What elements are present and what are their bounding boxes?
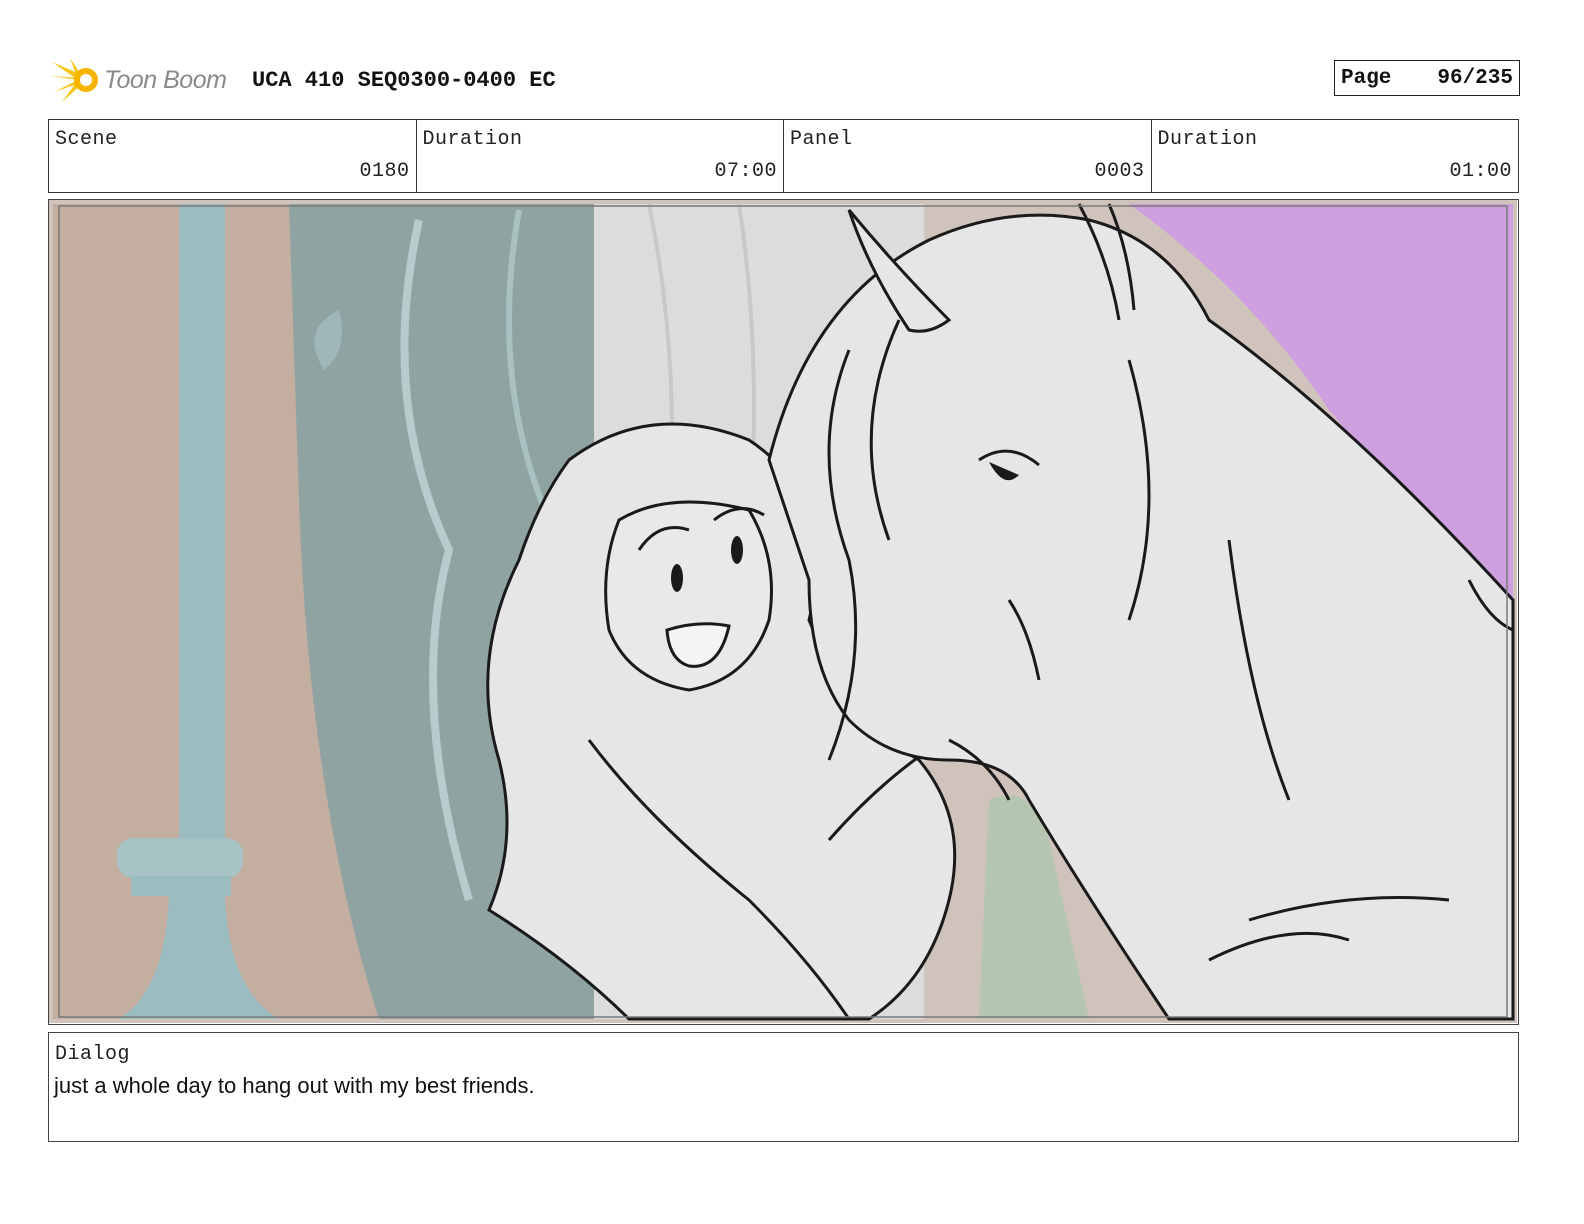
toon-boom-logo: Toon Boom xyxy=(50,56,240,104)
panel-cell: Panel 0003 xyxy=(784,120,1152,192)
scene-cell: Scene 0180 xyxy=(49,120,417,192)
page-label: Page xyxy=(1341,66,1392,90)
panel-duration-label: Duration xyxy=(1157,128,1258,151)
scene-value: 0180 xyxy=(359,160,410,183)
pillar xyxy=(179,204,225,844)
panel-label: Panel xyxy=(790,128,853,151)
storyboard-panel-image xyxy=(48,199,1519,1025)
scene-duration-label: Duration xyxy=(422,128,523,151)
scene-label: Scene xyxy=(55,128,118,151)
panel-duration-cell: Duration 01:00 xyxy=(1152,120,1519,192)
logo-text: Toon Boom xyxy=(104,66,227,94)
dialog-label: Dialog xyxy=(55,1043,131,1066)
page-value: 96/235 xyxy=(1437,66,1513,90)
panel-value: 0003 xyxy=(1094,160,1145,183)
panel-duration-value: 01:00 xyxy=(1449,160,1512,183)
page-indicator: Page 96/235 xyxy=(1334,60,1520,96)
header: Toon Boom UCA 410 SEQ0300-0400 EC Page 9… xyxy=(50,56,1520,104)
starburst-icon xyxy=(50,58,98,102)
dialog-text: just a whole day to hang out with my bes… xyxy=(54,1073,535,1098)
scene-duration-cell: Duration 07:00 xyxy=(417,120,784,192)
dialog-box: Dialog just a whole day to hang out with… xyxy=(48,1032,1519,1142)
panel-info-row: Scene 0180 Duration 07:00 Panel 0003 Dur… xyxy=(48,119,1519,193)
scene-duration-value: 07:00 xyxy=(714,160,777,183)
project-title: UCA 410 SEQ0300-0400 EC xyxy=(252,68,556,93)
panel-drawing xyxy=(49,200,1517,1023)
